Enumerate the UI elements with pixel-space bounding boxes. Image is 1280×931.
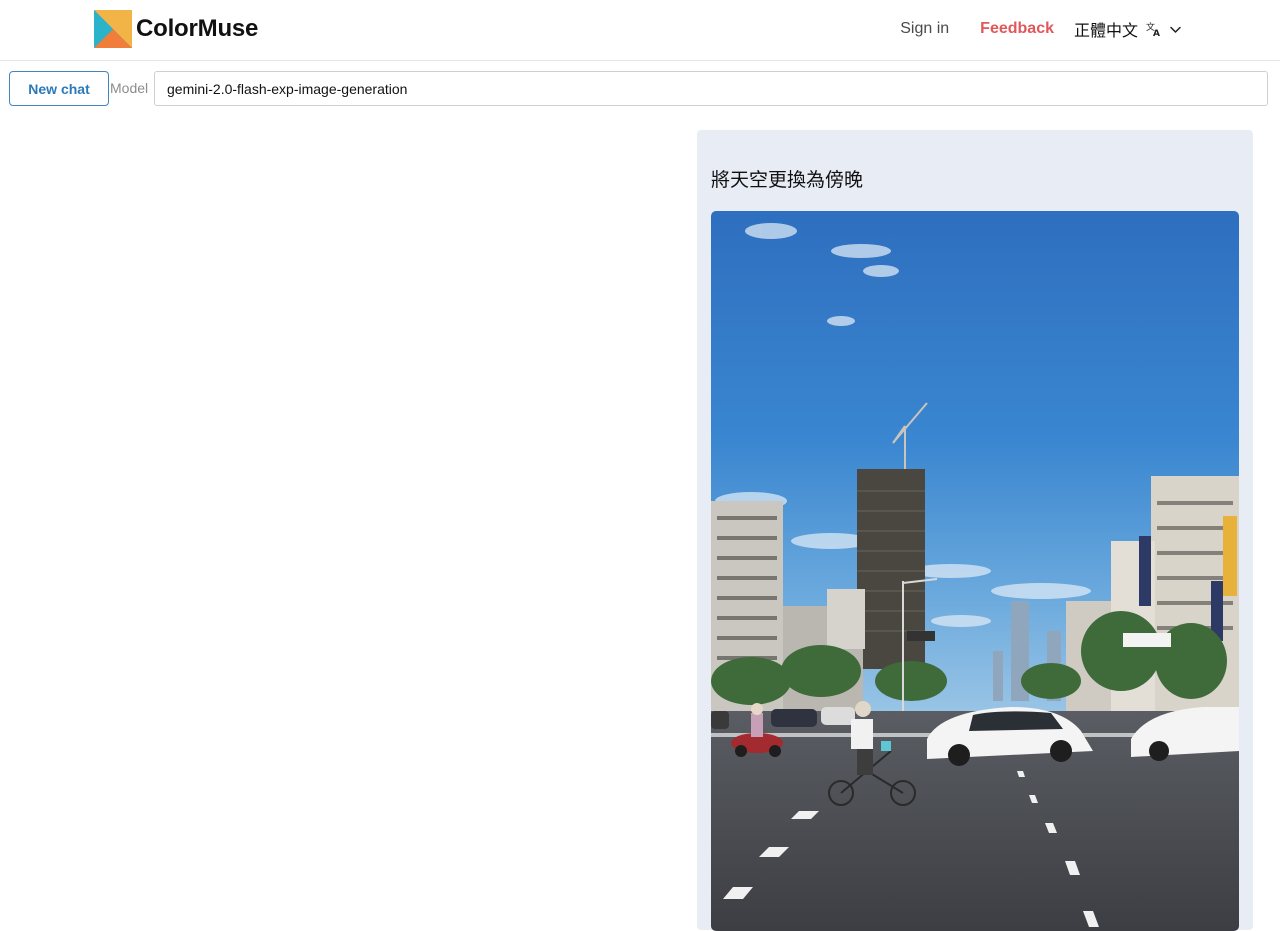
model-input[interactable] [154,71,1268,106]
sign-in-link[interactable]: Sign in [900,20,949,38]
colormuse-logo-icon [94,10,132,48]
new-chat-button[interactable]: New chat [9,71,109,106]
message-text: 將天空更換為傍晚 [711,169,864,191]
translate-icon: 文 A [1146,21,1160,37]
street-scene-photo[interactable] [711,211,1239,931]
language-selector[interactable]: 正體中文 文 A [1074,17,1182,41]
svg-text:A: A [1153,29,1160,37]
language-label: 正體中文 [1073,23,1138,40]
top-header: ColorMuse Sign in Feedback 正體中文 文 A [0,0,1280,61]
feedback-link[interactable]: Feedback [980,20,1054,38]
brand-name: ColorMuse [136,15,259,42]
header-nav: Sign in Feedback 正體中文 文 A [900,0,1182,58]
model-label: Model [110,80,149,96]
chat-message: 將天空更換為傍晚 [697,130,1253,931]
chevron-down-icon [1170,26,1181,33]
brand-logo[interactable]: ColorMuse [94,10,258,48]
